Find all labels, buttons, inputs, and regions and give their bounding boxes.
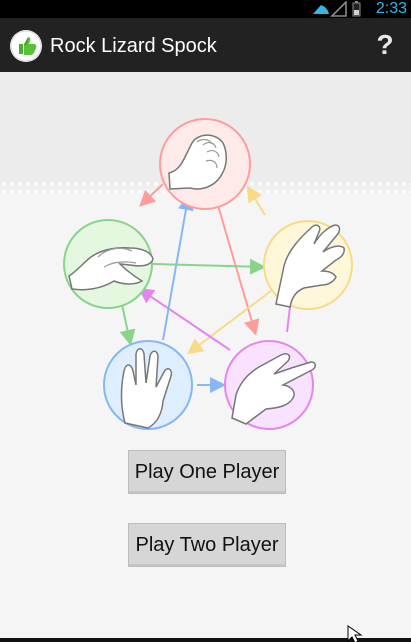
help-button[interactable]: ? [371, 28, 399, 62]
help-icon: ? [376, 29, 394, 60]
app-title: Rock Lizard Spock [50, 35, 217, 57]
scissors-gesture-circle [224, 340, 316, 430]
status-time: 2:33 [375, 0, 407, 17]
action-bar: Rock Lizard Spock ? [0, 18, 411, 72]
main-content: Play One Player Play Two Player [0, 72, 411, 638]
signal-icon [330, 1, 347, 17]
lizard-gesture-circle [63, 219, 154, 309]
play-two-player-button[interactable]: Play Two Player [128, 523, 286, 567]
rock-to-lizard-arrow [139, 183, 164, 207]
gesture-relationship-diagram [63, 118, 353, 430]
rock-gesture-circle [159, 118, 251, 210]
paper-to-rock-arrow [246, 185, 266, 216]
thumbs-up-icon[interactable] [10, 30, 42, 62]
app-screen: 2:33 Rock Lizard Spock ? Play One Player… [0, 0, 411, 642]
status-icons [313, 1, 361, 17]
play-one-player-button[interactable]: Play One Player [128, 450, 286, 494]
lizard-to-paper-arrow [152, 258, 266, 275]
battery-icon [352, 1, 361, 17]
spock-gesture-circle [103, 340, 193, 430]
status-bar: 2:33 [0, 0, 411, 18]
wifi-icon [313, 5, 329, 14]
mouse-cursor-icon [347, 625, 363, 642]
paper-gesture-circle [263, 220, 353, 310]
